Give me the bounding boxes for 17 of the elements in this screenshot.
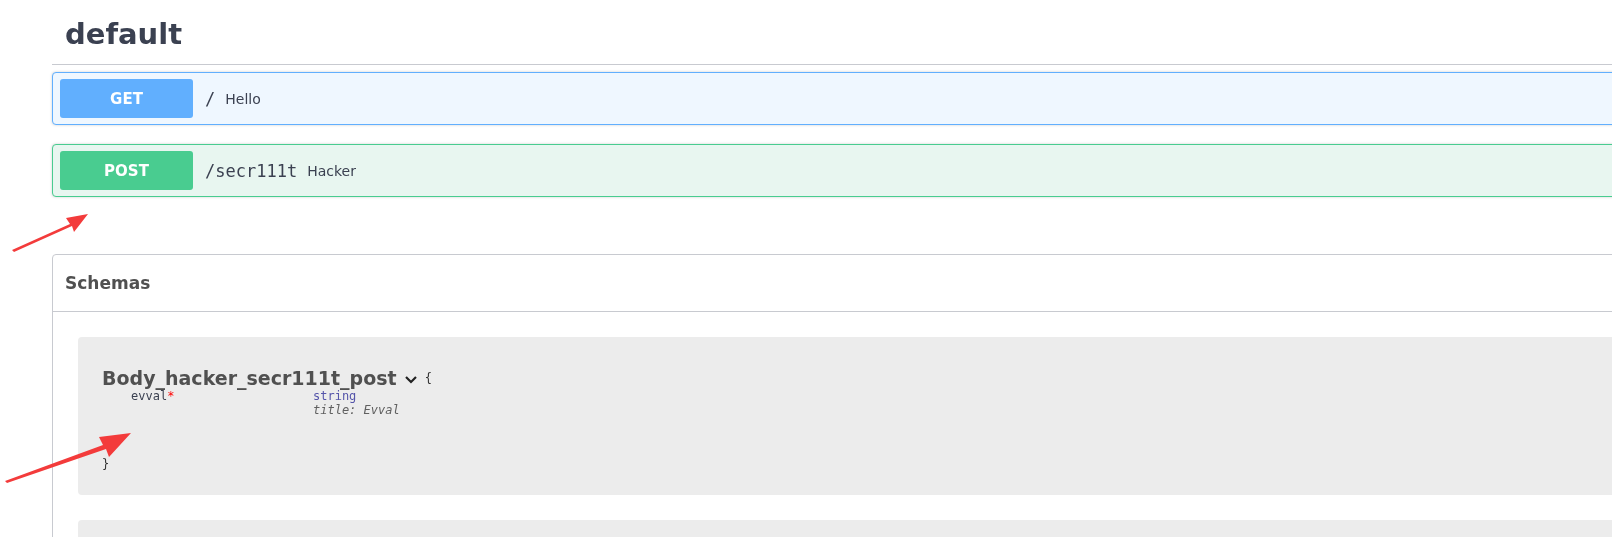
schemas-title[interactable]: Schemas [65,273,151,293]
endpoint-row[interactable]: GET / Hello [52,72,1612,125]
endpoint-row[interactable]: POST /secr111t Hacker [52,144,1612,197]
endpoint-path: /secr111t [205,160,298,181]
endpoint-summary: Hello [225,90,261,107]
method-badge: GET [60,79,193,118]
required-mark: * [167,389,175,403]
property-name: evval [131,389,168,403]
section-title: default [52,0,1612,65]
method-badge: POST [60,151,193,190]
brace: { [424,371,432,385]
endpoint-summary: Hacker [307,162,356,179]
property-title: title: Evval [313,403,400,417]
property-type: string [313,389,357,403]
model-name[interactable]: Body_hacker_secr111t_post [102,367,397,389]
endpoint-path: / [205,88,216,109]
brace: } [102,457,110,471]
